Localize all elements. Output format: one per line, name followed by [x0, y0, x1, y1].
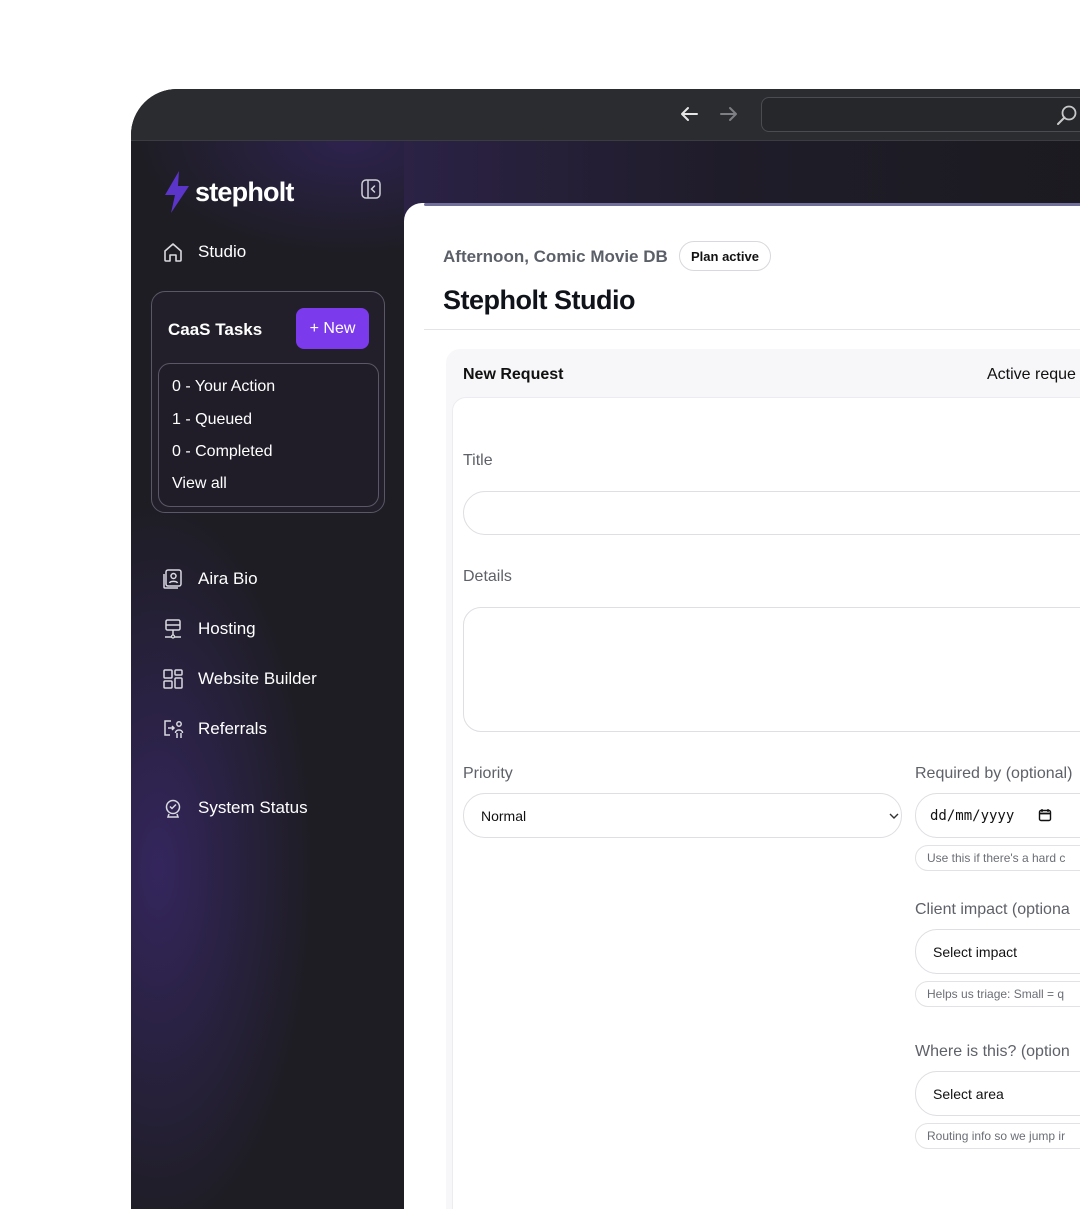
header-divider [424, 329, 1080, 330]
required-by-label: Required by (optional) [915, 765, 1073, 782]
task-link-your-action[interactable]: 0 - Your Action [172, 378, 275, 396]
priority-value: Normal [481, 807, 527, 824]
search-icon[interactable] [1054, 103, 1080, 129]
area-value: Select area [933, 1085, 1004, 1102]
profile-card-icon [162, 568, 184, 590]
task-link-completed[interactable]: 0 - Completed [172, 443, 273, 461]
area-select[interactable]: Select area [915, 1071, 1080, 1116]
new-task-button[interactable]: + New [296, 308, 369, 349]
details-label: Details [463, 568, 512, 585]
where-label: Where is this? (option [915, 1043, 1070, 1060]
date-placeholder: dd/mm/yyyy [930, 807, 1015, 824]
greeting: Afternoon, Comic Movie DB [443, 247, 668, 266]
sidebar-item-label: System Status [198, 798, 308, 817]
required-by-date-input[interactable]: dd/mm/yyyy [915, 793, 1080, 838]
where-hint: Routing info so we jump ir [915, 1123, 1080, 1149]
arrow-left-icon[interactable] [677, 102, 701, 126]
priority-select[interactable]: Normal [463, 793, 902, 838]
sidebar-item-referrals[interactable]: Referrals [162, 718, 267, 740]
tasks-list: 0 - Your Action 1 - Queued 0 - Completed… [158, 363, 379, 507]
sidebar-item-aira-bio[interactable]: Aira Bio [162, 568, 258, 590]
client-impact-select[interactable]: Select impact [915, 929, 1080, 974]
task-link-queued[interactable]: 1 - Queued [172, 411, 252, 429]
layout-grid-icon [162, 668, 184, 690]
panel-progress-line [424, 203, 1080, 206]
tasks-title: CaaS Tasks [168, 320, 263, 339]
home-icon [162, 241, 184, 263]
chevron-down-icon [888, 809, 900, 821]
sidebar-item-label: Hosting [198, 619, 256, 638]
main-panel: Afternoon, Comic Movie DB Plan active St… [404, 203, 1080, 1209]
required-by-hint: Use this if there's a hard c [915, 845, 1080, 871]
bolt-logo-icon [165, 171, 189, 213]
sidebar-item-studio[interactable]: Studio [162, 241, 246, 263]
status-icon [162, 797, 184, 819]
tab-new-request[interactable]: New Request [463, 366, 563, 384]
page-title: Stepholt Studio [443, 285, 635, 315]
client-impact-value: Select impact [933, 943, 1018, 960]
task-link-view-all[interactable]: View all [172, 475, 227, 493]
sidebar-item-label: Aira Bio [198, 569, 258, 588]
collapse-sidebar-icon[interactable] [361, 179, 381, 199]
logo-text: stepholt [195, 176, 294, 207]
priority-label: Priority [463, 765, 513, 782]
caas-tasks-card: CaaS Tasks + New 0 - Your Action 1 - Que… [151, 291, 385, 513]
calendar-icon[interactable] [1038, 808, 1052, 822]
title-label: Title [463, 452, 493, 469]
sidebar-item-system-status[interactable]: System Status [162, 797, 308, 819]
logo[interactable]: stepholt [163, 171, 294, 213]
device-frame: stepholt Studio CaaS Tasks + New 0 - You… [131, 89, 1080, 1209]
address-bar[interactable] [761, 97, 1080, 132]
sidebar-item-label: Website Builder [198, 669, 317, 688]
plan-status-badge: Plan active [679, 241, 771, 271]
arrow-right-icon[interactable] [717, 102, 741, 126]
client-impact-hint: Helps us triage: Small = q [915, 981, 1080, 1007]
request-card: New Request Active reque Title Details P… [446, 349, 1080, 1209]
browser-toolbar [131, 89, 1080, 141]
sidebar-item-label: Referrals [198, 719, 267, 738]
server-icon [162, 618, 184, 640]
sidebar: stepholt Studio CaaS Tasks + New 0 - You… [131, 141, 404, 1209]
sidebar-item-website-builder[interactable]: Website Builder [162, 668, 317, 690]
title-input[interactable] [463, 491, 1080, 535]
tab-active-requests[interactable]: Active reque [987, 366, 1076, 384]
sidebar-item-hosting[interactable]: Hosting [162, 618, 256, 640]
request-form: Title Details Priority Normal Required b… [452, 397, 1080, 1209]
sidebar-item-label: Studio [198, 242, 247, 261]
referral-icon [162, 718, 184, 740]
client-impact-label: Client impact (optiona [915, 901, 1070, 918]
details-textarea[interactable] [463, 607, 1080, 732]
